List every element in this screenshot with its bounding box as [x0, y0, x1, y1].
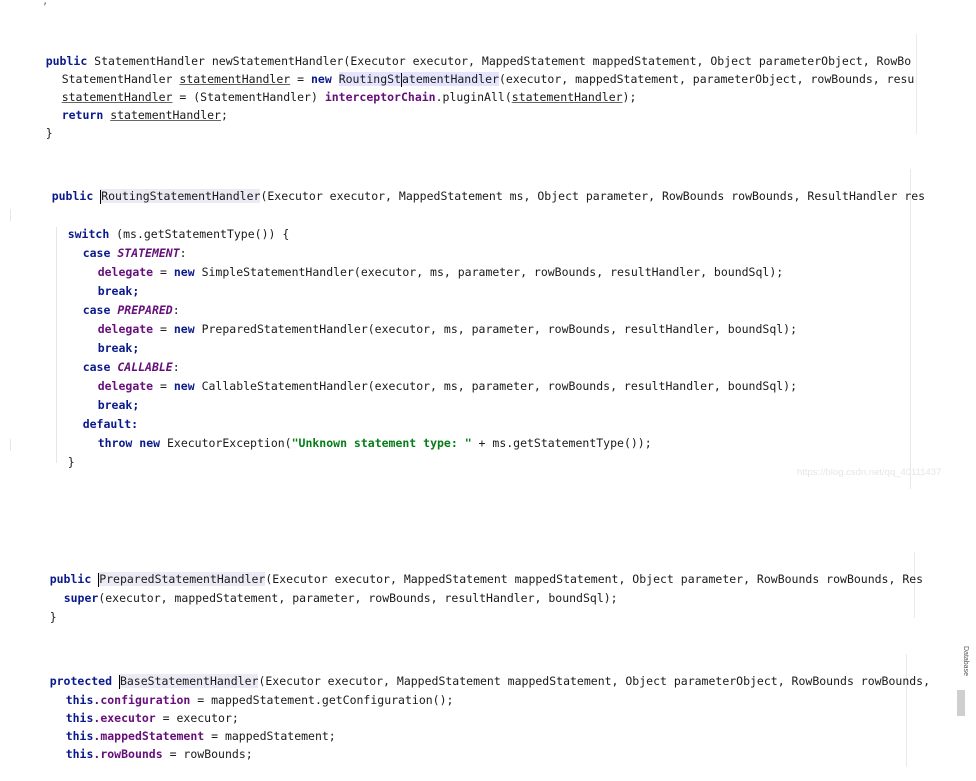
- code-text: );: [622, 90, 637, 104]
- scrollbar-thumb[interactable]: [957, 690, 965, 716]
- code-text: .pluginAll(: [435, 90, 512, 104]
- code-line: public StatementHandler newStatementHand…: [18, 34, 911, 68]
- closing-brace: }: [67, 455, 75, 469]
- string-literal: "Unknown statement type: ": [291, 436, 472, 450]
- top-edge: ' ',: [0, 0, 976, 7]
- code-line: switch (ms.getStatementType()) {: [40, 207, 290, 241]
- code-line: }: [18, 106, 53, 140]
- code-line: delegate = new CallableStatementHandler(…: [70, 359, 797, 393]
- database-side-tab[interactable]: Database: [962, 646, 969, 676]
- indent-guide: [10, 209, 11, 221]
- keyword: new: [173, 379, 195, 393]
- code-line: break;: [70, 378, 140, 412]
- code-text: =: [153, 322, 174, 336]
- code-text: =: [153, 379, 174, 393]
- code-text: PreparedStatementHandler(executor, ms, p…: [194, 322, 798, 336]
- code-block-base-statement-handler: protected BaseStatementHandler(Executor …: [0, 646, 976, 767]
- code-text: ExecutorException(: [160, 436, 292, 450]
- code-text: =: [153, 265, 174, 279]
- closing-brace: }: [45, 126, 53, 140]
- code-line: public RoutingStatementHandler(Executor …: [24, 169, 925, 204]
- code-line: public PreparedStatementHandler(Executor…: [22, 552, 923, 587]
- code-line: throw new ExecutorException("Unknown sta…: [70, 416, 652, 450]
- code-line: return statementHandler;: [34, 88, 228, 122]
- code-text: (executor, mappedStatement, parameter, r…: [98, 591, 618, 605]
- field: .rowBounds: [93, 747, 163, 761]
- code-line: case STATEMENT:: [55, 226, 187, 260]
- code-text: CallableStatementHandler(executor, ms, p…: [194, 379, 798, 393]
- code-line: this.mappedStatement = mappedStatement;: [38, 709, 336, 743]
- code-text: + ms.getStatementType());: [471, 436, 652, 450]
- code-line: break;: [70, 321, 140, 355]
- code-line: }: [22, 590, 57, 624]
- variable: statementHandler: [110, 108, 221, 122]
- keyword: new: [173, 322, 195, 336]
- keyword: throw: [97, 436, 133, 450]
- code-line: this.executor = executor;: [38, 691, 239, 725]
- code-text: (Executor executor, MappedStatement ms, …: [260, 189, 926, 203]
- code-text: = rowBounds;: [162, 747, 253, 761]
- keyword: super: [63, 591, 99, 605]
- code-line: case PREPARED:: [55, 283, 180, 317]
- highlighted-class-name: RoutingStatementHandler: [100, 189, 261, 204]
- code-text: SimpleStatementHandler(executor, ms, par…: [194, 265, 784, 279]
- code-line: this.configuration = mappedStatement.get…: [38, 673, 454, 707]
- field: interceptorChain: [324, 90, 436, 104]
- top-fragment: ' ',: [22, 0, 49, 7]
- code-line: protected BaseStatementHandler(Executor …: [22, 654, 930, 689]
- code-line: delegate = new SimpleStatementHandler(ex…: [70, 245, 783, 279]
- variable: statementHandler: [511, 90, 623, 104]
- code-line: StatementHandler statementHandler = new …: [34, 52, 914, 87]
- indent-guide: [10, 439, 11, 451]
- code-line: case CALLABLE:: [55, 340, 180, 374]
- closing-brace: }: [49, 610, 57, 624]
- code-line: }: [40, 435, 75, 469]
- keyword: public: [51, 189, 94, 203]
- code-line: delegate = new PreparedStatementHandler(…: [70, 302, 797, 336]
- keyword: new: [173, 265, 195, 279]
- code-text: ;: [220, 108, 228, 122]
- class-name: RoutingStatementHandler: [101, 189, 261, 203]
- code-line: super(executor, mappedStatement, paramet…: [36, 571, 618, 605]
- code-line: break;: [70, 264, 140, 298]
- code-block-new-statement-handler: public StatementHandler newStatementHand…: [0, 34, 976, 140]
- code-line: this.rowBounds = rowBounds;: [38, 727, 253, 761]
- code-block-routing-statement-handler: public RoutingStatementHandler(Executor …: [0, 169, 976, 489]
- keyword: new: [139, 436, 161, 450]
- keyword: this: [65, 747, 94, 761]
- code-block-prepared-statement-handler: public PreparedStatementHandler(Executor…: [0, 552, 976, 624]
- watermark: https://blog.csdn.net/qq_40111437: [797, 467, 942, 478]
- keyword: return: [61, 108, 104, 122]
- code-line: default:: [55, 397, 138, 431]
- right-margin-guide: [916, 34, 917, 134]
- right-margin-guide: [910, 169, 911, 489]
- code-line: }: [24, 471, 59, 481]
- code-line: statementHandler = (StatementHandler) in…: [34, 70, 637, 104]
